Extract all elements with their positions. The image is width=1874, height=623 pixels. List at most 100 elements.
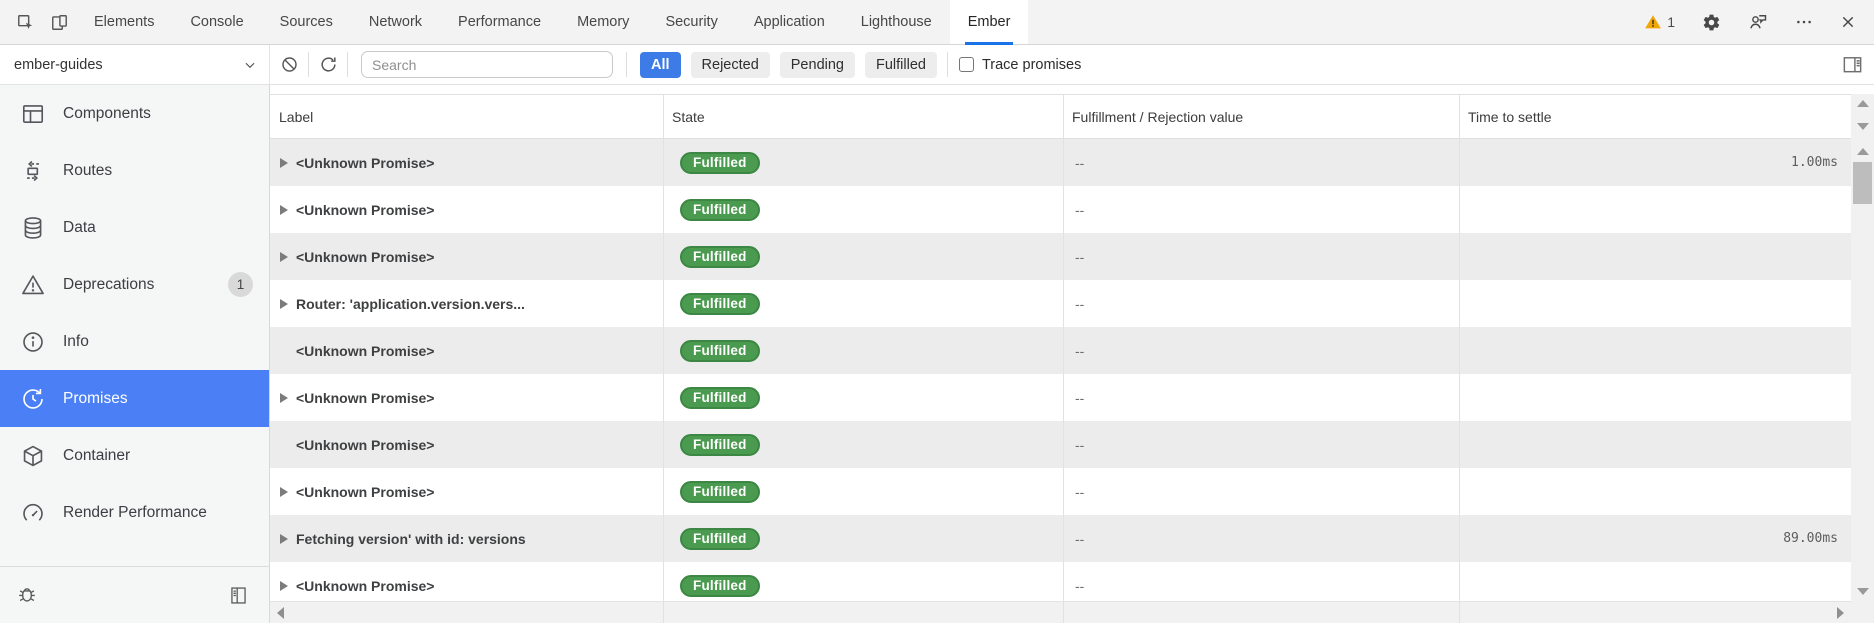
container-icon	[20, 443, 46, 469]
expander-icon[interactable]	[280, 393, 288, 403]
horizontal-scrollbar[interactable]	[270, 601, 1851, 623]
sidebar-item-container[interactable]: Container	[0, 427, 269, 484]
sidebar-item-label: Info	[63, 333, 89, 351]
column-header-time: Time to settle	[1459, 109, 1851, 125]
time-to-settle: 89.00ms	[1459, 531, 1851, 546]
promise-label: <Unknown Promise>	[296, 390, 434, 406]
fulfillment-value: --	[1063, 531, 1459, 547]
fulfillment-value: --	[1063, 390, 1459, 406]
tab-sources[interactable]: Sources	[262, 0, 351, 44]
feedback-icon[interactable]	[1748, 12, 1768, 32]
promises-icon	[20, 386, 46, 412]
expander-icon[interactable]	[280, 205, 288, 215]
table-row[interactable]: Router: 'application.version.vers...Fulf…	[270, 280, 1851, 327]
state-badge: Fulfilled	[680, 434, 760, 456]
promise-label: <Unknown Promise>	[296, 343, 434, 359]
sidebar-item-components[interactable]: Components	[0, 85, 269, 142]
sidebar-item-routes[interactable]: Routes	[0, 142, 269, 199]
tab-ember[interactable]: Ember	[950, 0, 1029, 44]
trace-promises-checkbox[interactable]	[959, 57, 974, 72]
table-row[interactable]: <Unknown Promise>Fulfilled--	[270, 233, 1851, 280]
toolbar-divider	[347, 52, 348, 77]
scrollbar-thumb[interactable]	[1853, 162, 1872, 204]
table-row[interactable]: <Unknown Promise>Fulfilled--	[270, 327, 1851, 374]
table-header: Label State Fulfillment / Rejection valu…	[270, 94, 1851, 139]
devtools-tabs: ElementsConsoleSourcesNetworkPerformance…	[76, 0, 1028, 44]
devtools-tabbar: ElementsConsoleSourcesNetworkPerformance…	[0, 0, 1874, 45]
more-options-icon[interactable]	[1795, 13, 1813, 31]
fulfillment-value: --	[1063, 296, 1459, 312]
filter-fulfilled[interactable]: Fulfilled	[865, 52, 937, 78]
trace-promises-toggle[interactable]: Trace promises	[959, 57, 1081, 73]
tab-performance[interactable]: Performance	[440, 0, 559, 44]
device-toolbar-icon[interactable]	[42, 0, 76, 44]
expander-icon[interactable]	[280, 534, 288, 544]
sidebar-item-render-performance[interactable]: Render Performance	[0, 484, 269, 541]
inspect-element-icon[interactable]	[8, 0, 42, 44]
table-row[interactable]: <Unknown Promise>Fulfilled--	[270, 562, 1851, 601]
table-row[interactable]: <Unknown Promise>Fulfilled--	[270, 468, 1851, 515]
scroll-right-icon[interactable]	[1837, 607, 1844, 619]
close-devtools-icon[interactable]	[1840, 14, 1856, 30]
data-icon	[20, 215, 46, 241]
table-row[interactable]: Fetching version' with id: versions Fulfi…	[270, 515, 1851, 562]
sidebar-item-label: Components	[63, 105, 151, 123]
sidebar-item-label: Deprecations	[63, 276, 154, 294]
tab-application[interactable]: Application	[736, 0, 843, 44]
collapse-sidebar-icon[interactable]	[228, 585, 249, 606]
state-badge: Fulfilled	[680, 340, 760, 362]
expander-icon[interactable]	[280, 252, 288, 262]
scroll-down-icon[interactable]	[1857, 123, 1869, 130]
promise-label: <Unknown Promise>	[296, 155, 434, 171]
expander-icon[interactable]	[280, 299, 288, 309]
tab-security[interactable]: Security	[647, 0, 735, 44]
tab-memory[interactable]: Memory	[559, 0, 647, 44]
sidebar-footer	[0, 566, 269, 623]
table-row[interactable]: <Unknown Promise>Fulfilled--	[270, 374, 1851, 421]
scroll-up-icon[interactable]	[1857, 100, 1869, 107]
scroll-up-icon[interactable]	[1857, 148, 1869, 155]
sidebar-item-data[interactable]: Data	[0, 199, 269, 256]
filter-pending[interactable]: Pending	[780, 52, 855, 78]
promise-label: Fetching version' with id: versions	[296, 531, 526, 547]
clear-promises-icon[interactable]	[270, 45, 308, 84]
warnings-indicator[interactable]: 1	[1644, 13, 1675, 31]
tab-lighthouse[interactable]: Lighthouse	[843, 0, 950, 44]
components-icon	[20, 101, 46, 127]
sidebar-item-deprecations[interactable]: Deprecations1	[0, 256, 269, 313]
table-row[interactable]: <Unknown Promise>Fulfilled--	[270, 186, 1851, 233]
bug-report-icon[interactable]	[16, 584, 38, 606]
expander-icon[interactable]	[280, 158, 288, 168]
table-row[interactable]: <Unknown Promise>Fulfilled--	[270, 421, 1851, 468]
promise-label: <Unknown Promise>	[296, 484, 434, 500]
filter-rejected[interactable]: Rejected	[691, 52, 770, 78]
settings-gear-icon[interactable]	[1702, 13, 1721, 32]
tab-elements[interactable]: Elements	[76, 0, 172, 44]
state-badge: Fulfilled	[680, 528, 760, 550]
table-row[interactable]: <Unknown Promise>Fulfilled--1.00ms	[270, 139, 1851, 186]
filter-all[interactable]: All	[640, 52, 681, 78]
expander-icon[interactable]	[280, 487, 288, 497]
scroll-down-icon[interactable]	[1857, 588, 1869, 595]
promise-label: <Unknown Promise>	[296, 202, 434, 218]
promises-table: Label State Fulfillment / Rejection valu…	[270, 94, 1851, 601]
split-panel-icon[interactable]	[1841, 53, 1864, 76]
render-performance-icon	[20, 500, 46, 526]
state-badge: Fulfilled	[680, 152, 760, 174]
state-badge: Fulfilled	[680, 575, 760, 597]
expander-icon[interactable]	[280, 581, 288, 591]
search-input[interactable]	[361, 51, 613, 78]
tab-network[interactable]: Network	[351, 0, 440, 44]
routes-icon	[20, 158, 46, 184]
promise-label: Router: 'application.version.vers...	[296, 296, 525, 312]
sidebar-item-promises[interactable]: Promises	[0, 370, 269, 427]
sidebar-item-label: Container	[63, 447, 130, 465]
state-filters: All Rejected Pending Fulfilled	[640, 52, 947, 78]
vertical-scrollbar[interactable]	[1851, 94, 1874, 601]
app-instance-select[interactable]: ember-guides	[0, 45, 270, 84]
refresh-icon[interactable]	[309, 45, 347, 84]
tab-console[interactable]: Console	[172, 0, 261, 44]
time-to-settle: 1.00ms	[1459, 155, 1851, 170]
scroll-left-icon[interactable]	[277, 607, 284, 619]
sidebar-item-info[interactable]: Info	[0, 313, 269, 370]
